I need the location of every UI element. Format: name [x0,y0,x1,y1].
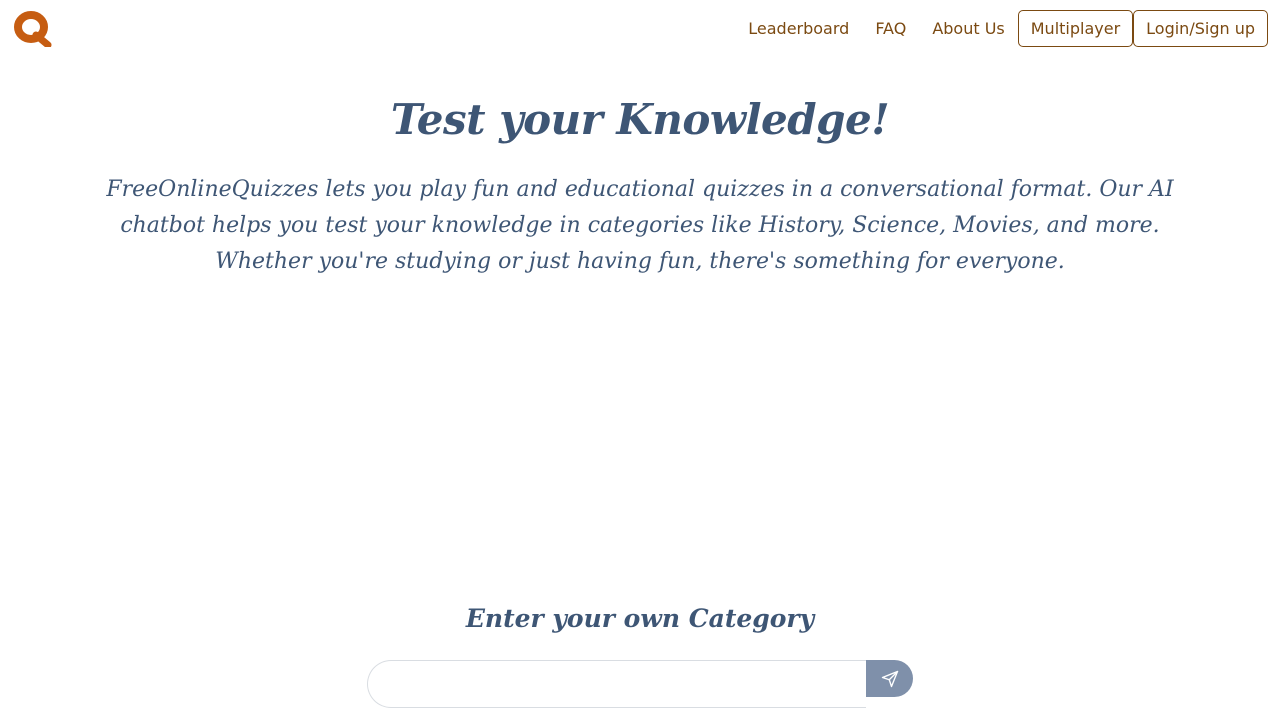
hero-description: FreeOnlineQuizzes lets you play fun and … [106,177,1174,274]
category-heading: Enter your own Category [465,604,815,633]
logo-icon[interactable] [14,11,52,47]
site-header: Leaderboard FAQ About Us Multiplayer Log… [0,0,1280,56]
page-title: Test your Knowledge! [390,95,890,144]
category-input[interactable] [367,660,867,708]
main-nav: Leaderboard FAQ About Us Multiplayer Log… [735,10,1268,47]
login-signup-button[interactable]: Login/Sign up [1133,10,1268,47]
paper-plane-icon [881,670,899,688]
category-form [367,660,913,708]
multiplayer-button[interactable]: Multiplayer [1017,10,1134,47]
send-button[interactable] [866,660,913,697]
nav-faq-link[interactable]: FAQ [862,10,919,47]
page: Leaderboard FAQ About Us Multiplayer Log… [0,0,1280,720]
nav-leaderboard-link[interactable]: Leaderboard [735,10,862,47]
nav-about-link[interactable]: About Us [919,10,1017,47]
